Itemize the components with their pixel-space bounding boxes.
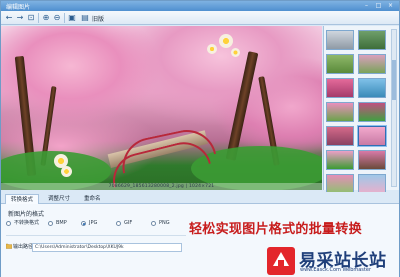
thumbnail[interactable] (358, 126, 386, 146)
actual-size-button[interactable]: ▣ (67, 13, 77, 23)
thumbnail[interactable] (358, 174, 386, 194)
thumbnail[interactable] (358, 102, 386, 122)
radio-button[interactable] (151, 221, 156, 226)
thumbnail[interactable] (326, 174, 354, 194)
toolbar-separator (64, 13, 65, 23)
section-divider (6, 235, 186, 236)
flower (61, 166, 72, 177)
folder-icon (6, 243, 12, 249)
close-button[interactable]: × (385, 2, 396, 10)
back-button[interactable]: ← (4, 13, 14, 23)
image-viewer[interactable]: 7086629_185613280008_2.jpg | 1024×721 (1, 26, 322, 190)
format-section-title: 新图片的格式 (8, 211, 45, 218)
thumbnail[interactable] (326, 126, 354, 146)
logo-url: www.Easck.Com Webmaster (300, 267, 372, 273)
logo-mark-icon (267, 247, 295, 275)
thumbnail-panel (323, 26, 399, 194)
tree-trunk (225, 51, 259, 161)
flower (219, 34, 233, 48)
radio-button[interactable] (116, 221, 121, 226)
option-label: JPG (89, 220, 98, 226)
output-path-field[interactable]: C:\Users\Administrator\Desktop\XKUJ9k (32, 243, 182, 252)
flower (207, 44, 217, 54)
site-logo: 易采站长站 www.Easck.Com Webmaster (267, 245, 399, 277)
tab-rename[interactable]: 重命名 (79, 194, 106, 204)
thumbnail[interactable] (326, 54, 354, 74)
minimize-button[interactable]: – (361, 2, 372, 10)
zoom-in-button[interactable]: ⊕ (41, 13, 51, 23)
thumbnail[interactable] (326, 30, 354, 50)
thumbnail[interactable] (358, 78, 386, 98)
option-label: 不转换格式 (14, 220, 40, 226)
thumbnail[interactable] (358, 54, 386, 74)
title-bar[interactable]: 编辑图片 – □ × (1, 1, 399, 11)
zoom-out-button[interactable]: ⊖ (52, 13, 62, 23)
option-label: PNG (159, 220, 170, 226)
flower (231, 48, 240, 57)
app-window: 编辑图片 – □ × ← → ⊡ ⊕ ⊖ ▣ ▤ 旧版 7086629_1856… (0, 0, 400, 277)
option-label: BMP (56, 220, 67, 226)
maximize-button[interactable]: □ (373, 2, 384, 10)
image-info: 7086629_185613280008_2.jpg | 1024×721 (1, 183, 322, 190)
thumbnail[interactable] (358, 150, 386, 170)
tab-bar: 转换格式 调整尺寸 重命名 (1, 192, 399, 204)
radio-button[interactable] (48, 221, 53, 226)
old-version-label[interactable]: 旧版 (92, 14, 104, 23)
thumbnail[interactable] (326, 78, 354, 98)
window-title: 编辑图片 (6, 4, 31, 11)
scrollbar-thumb[interactable] (392, 60, 396, 100)
thumbnail[interactable] (326, 150, 354, 170)
radio-button[interactable] (81, 221, 86, 226)
promo-caption: 轻松实现图片格式的批量转换 (189, 222, 362, 237)
fit-button[interactable]: ⊡ (26, 13, 36, 23)
thumbnail-grid (326, 30, 386, 194)
toolbar-separator (38, 13, 39, 23)
thumbnail[interactable] (358, 30, 386, 50)
thumbnail-scrollbar[interactable] (391, 29, 397, 187)
tab-convert-format[interactable]: 转换格式 (5, 194, 40, 204)
option-label: GIF (124, 220, 133, 226)
output-path-label: 输出路径 (13, 244, 34, 250)
radio-button[interactable] (6, 221, 11, 226)
forward-button[interactable]: → (15, 13, 25, 23)
save-button[interactable]: ▤ (80, 13, 90, 23)
toolbar: ← → ⊡ ⊕ ⊖ ▣ ▤ 旧版 (1, 11, 399, 25)
thumbnail[interactable] (326, 102, 354, 122)
tab-resize[interactable]: 调整尺寸 (43, 194, 75, 204)
